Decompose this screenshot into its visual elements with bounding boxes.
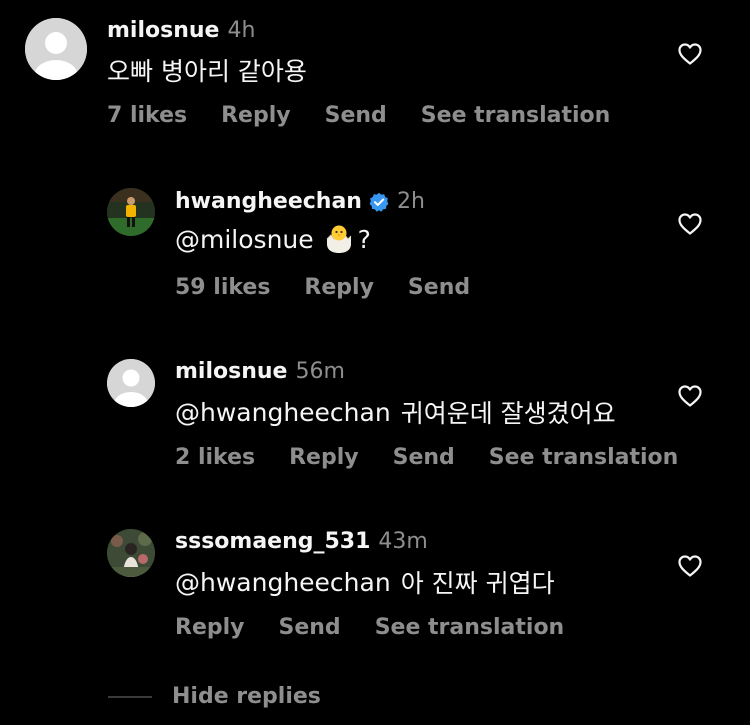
comment-actions: Reply Send See translation (175, 615, 598, 640)
profile-photo (107, 529, 155, 577)
mention-link[interactable]: @milosnue (175, 225, 314, 254)
hide-replies-row[interactable]: Hide replies (108, 684, 321, 709)
comment-header: sssomaeng_531 43m (175, 529, 428, 554)
default-avatar-icon (107, 359, 155, 407)
comment-actions: 2 likes Reply Send See translation (175, 445, 712, 470)
like-heart-icon[interactable] (678, 555, 702, 581)
reply-button[interactable]: Reply (289, 445, 359, 470)
reply-button[interactable]: Reply (304, 275, 374, 300)
like-heart-icon[interactable] (678, 213, 702, 239)
like-heart-icon[interactable] (678, 43, 702, 69)
avatar[interactable] (25, 18, 87, 80)
avatar[interactable] (107, 529, 155, 577)
send-button[interactable]: Send (325, 103, 387, 128)
comment-body: 오빠 병아리 같아용 (107, 57, 307, 86)
see-translation-button[interactable]: See translation (421, 103, 611, 128)
comment-body: ? (357, 224, 371, 254)
reply-button[interactable]: Reply (221, 103, 291, 128)
comment-header: milosnue 56m (175, 359, 345, 384)
send-button[interactable]: Send (393, 445, 455, 470)
comment-text: @hwangheechan 아 진짜 귀엽다 (175, 564, 555, 600)
avatar[interactable] (107, 359, 155, 407)
timestamp: 43m (378, 529, 428, 554)
reply-button[interactable]: Reply (175, 615, 245, 640)
comment-text: 오빠 병아리 같아용 (107, 52, 307, 88)
likes-count[interactable]: 59 likes (175, 275, 270, 300)
comment-body: 아 진짜 귀엽다 (400, 569, 555, 598)
mention-link[interactable]: @hwangheechan (175, 398, 391, 427)
comment-body: 귀여운데 잘생겼어요 (400, 399, 616, 428)
profile-photo (107, 188, 155, 236)
send-button[interactable]: Send (408, 275, 470, 300)
chick-emoji-icon (324, 224, 354, 254)
comment-actions: 7 likes Reply Send See translation (107, 103, 644, 128)
hide-replies-button[interactable]: Hide replies (172, 684, 321, 709)
timestamp: 2h (396, 189, 425, 214)
comment-actions: 59 likes Reply Send (175, 275, 504, 300)
username[interactable]: hwangheechan (175, 189, 362, 214)
see-translation-button[interactable]: See translation (375, 615, 565, 640)
divider-line (108, 695, 152, 698)
comment-header: milosnue 4h (107, 18, 255, 43)
default-avatar-icon (25, 18, 87, 80)
username[interactable]: milosnue (175, 359, 287, 384)
likes-count[interactable]: 2 likes (175, 445, 255, 470)
see-translation-button[interactable]: See translation (489, 445, 679, 470)
avatar[interactable] (107, 188, 155, 236)
likes-count[interactable]: 7 likes (107, 103, 187, 128)
username[interactable]: sssomaeng_531 (175, 529, 370, 554)
mention-link[interactable]: @hwangheechan (175, 568, 391, 597)
comment-header: hwangheechan 2h (175, 189, 425, 214)
comment-text: @milosnue ? (175, 224, 371, 254)
send-button[interactable]: Send (279, 615, 341, 640)
timestamp: 56m (295, 359, 345, 384)
username[interactable]: milosnue (107, 18, 219, 43)
verified-badge-icon (369, 192, 389, 212)
like-heart-icon[interactable] (678, 385, 702, 411)
comment-text: @hwangheechan 귀여운데 잘생겼어요 (175, 394, 616, 430)
timestamp: 4h (227, 18, 256, 43)
